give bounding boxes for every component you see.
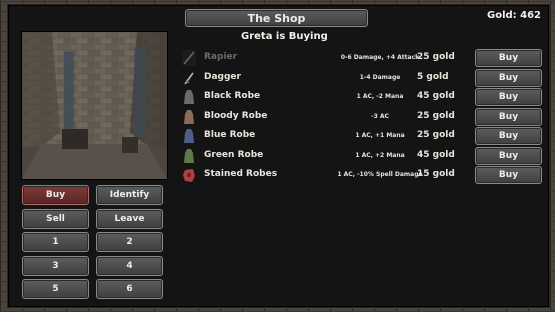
number-button-4[interactable]: 4	[96, 256, 163, 276]
sword-icon	[182, 50, 196, 66]
list-item: Rapier 0-6 Damage, +4 Attack 25 gold	[180, 49, 470, 67]
dungeon-scene	[22, 32, 167, 179]
item-price: 15 gold	[417, 169, 455, 179]
buy-button[interactable]: Buy	[475, 49, 542, 67]
robe-icon	[184, 149, 194, 163]
item-price: 25 gold	[417, 111, 455, 121]
dagger-icon	[184, 72, 194, 85]
number-button-1[interactable]: 1	[22, 232, 89, 252]
robe-icon	[184, 129, 194, 143]
number-button-5[interactable]: 5	[22, 279, 89, 299]
buy-button[interactable]: Buy	[475, 127, 542, 145]
item-price: 25 gold	[417, 52, 455, 62]
buy-mode-button[interactable]: Buy	[22, 185, 89, 205]
number-button-6[interactable]: 6	[96, 279, 163, 299]
item-name: Green Robe	[204, 150, 264, 160]
item-name: Stained Robes	[204, 169, 278, 179]
item-name: Blue Robe	[204, 130, 256, 140]
item-stats: 1-4 Damage	[359, 74, 401, 81]
item-stats: 1 AC, -10% Spell Damage	[337, 171, 423, 178]
buy-button[interactable]: Buy	[475, 147, 542, 165]
leave-button[interactable]: Leave	[96, 209, 163, 229]
item-name: Dagger	[204, 72, 241, 82]
item-name: Bloody Robe	[204, 111, 268, 121]
item-price: 45 gold	[417, 91, 455, 101]
robe-icon	[184, 110, 194, 124]
shop-title: The Shop	[185, 9, 368, 27]
item-price: 25 gold	[417, 130, 455, 140]
item-stats: 1 AC, -2 Mana	[356, 93, 404, 100]
list-item: Stained Robes 1 AC, -10% Spell Damage 15…	[180, 166, 470, 184]
list-item: Black Robe 1 AC, -2 Mana 45 gold	[180, 88, 470, 106]
item-name: Black Robe	[204, 91, 261, 101]
stained-robes-icon	[183, 169, 195, 182]
number-button-3[interactable]: 3	[22, 256, 89, 276]
item-stats: 1 AC, +2 Mana	[355, 152, 405, 159]
merchant-status: Greta is Buying	[241, 31, 328, 42]
item-name: Rapier	[204, 52, 238, 62]
buy-button[interactable]: Buy	[475, 88, 542, 106]
buy-button[interactable]: Buy	[475, 69, 542, 87]
list-item: Green Robe 1 AC, +2 Mana 45 gold	[180, 147, 470, 165]
buy-button[interactable]: Buy	[475, 108, 542, 126]
dungeon-view	[21, 31, 168, 180]
identify-button[interactable]: Identify	[96, 185, 163, 205]
number-button-2[interactable]: 2	[96, 232, 163, 252]
list-item: Bloody Robe -3 AC 25 gold	[180, 108, 470, 126]
item-price: 45 gold	[417, 150, 455, 160]
item-stats: 0-6 Damage, +4 Attack	[340, 54, 420, 61]
gold-counter: Gold: 462	[487, 10, 542, 21]
sell-button[interactable]: Sell	[22, 209, 89, 229]
robe-icon	[184, 90, 194, 104]
list-item: Blue Robe 1 AC, +1 Mana 25 gold	[180, 127, 470, 145]
list-item: Dagger 1-4 Damage 5 gold	[180, 69, 470, 87]
buy-button[interactable]: Buy	[475, 166, 542, 184]
item-stats: 1 AC, +1 Mana	[355, 132, 405, 139]
item-stats: -3 AC	[371, 113, 389, 120]
item-price: 5 gold	[417, 72, 449, 82]
